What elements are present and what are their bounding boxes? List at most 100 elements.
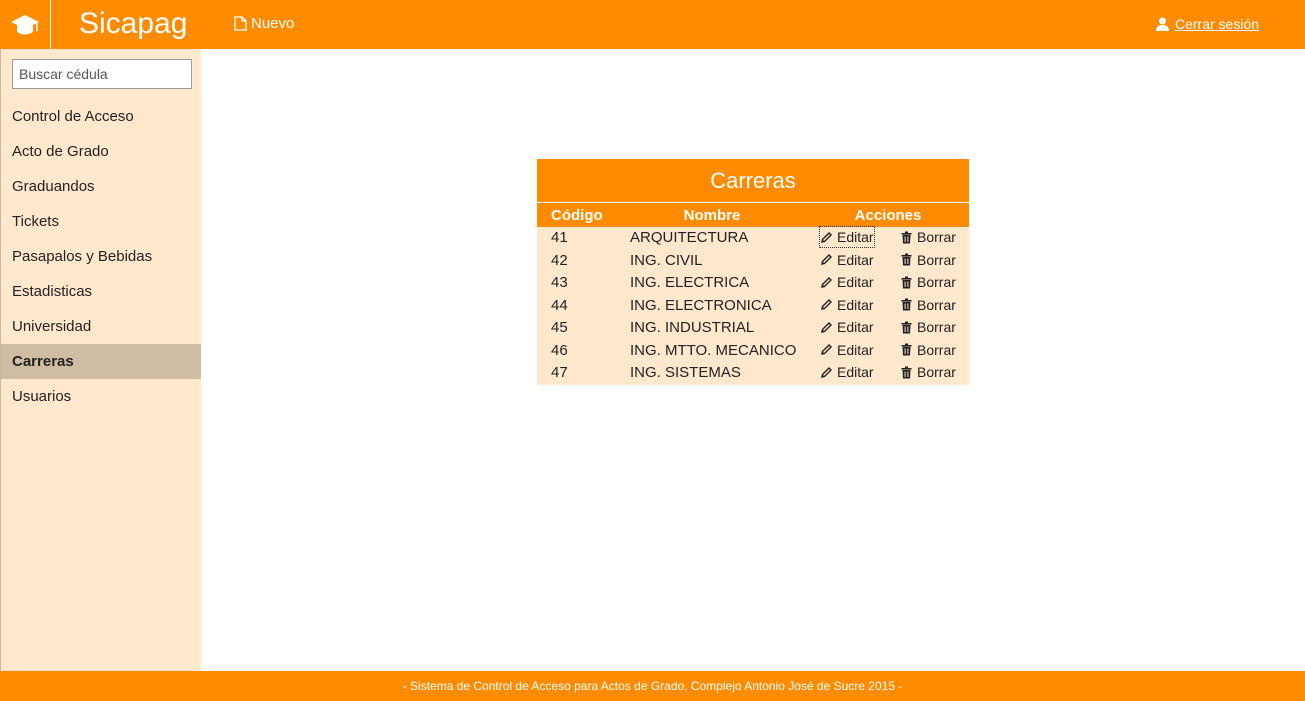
edit-label: Editar: [837, 296, 874, 313]
delete-button[interactable]: Borrar: [900, 272, 956, 292]
delete-button[interactable]: Borrar: [900, 227, 956, 247]
new-button[interactable]: Nuevo: [234, 15, 294, 32]
delete-label: Borrar: [917, 319, 956, 335]
table-row: 45 ING. INDUSTRIAL Editar Borrar: [537, 317, 969, 340]
footer: - Sistema de Control de Acceso para Acto…: [0, 671, 1305, 701]
cell-actions: Editar Borrar: [807, 295, 969, 318]
sidebar-nav: Control de Acceso Acto de Grado Graduand…: [1, 99, 201, 414]
pencil-icon: [821, 254, 832, 265]
delete-label: Borrar: [917, 364, 956, 380]
column-header-actions: Acciones: [807, 203, 969, 227]
pencil-icon: [821, 299, 832, 310]
sidebar-item-control-de-acceso[interactable]: Control de Acceso: [1, 99, 201, 134]
sidebar-item-tickets[interactable]: Tickets: [1, 204, 201, 239]
search-input[interactable]: [12, 59, 192, 89]
sidebar-item-universidad[interactable]: Universidad: [1, 309, 201, 344]
table-header-row: Código Nombre Acciones: [537, 203, 969, 227]
edit-button[interactable]: Editar: [820, 317, 874, 337]
delete-button[interactable]: Borrar: [900, 250, 956, 270]
column-header-name: Nombre: [617, 203, 807, 227]
delete-button[interactable]: Borrar: [900, 340, 956, 360]
sidebar-item-acto-de-grado[interactable]: Acto de Grado: [1, 134, 201, 169]
cell-name: ING. ELECTRICA: [630, 274, 750, 292]
edit-button[interactable]: Editar: [820, 340, 874, 360]
trash-icon: [901, 298, 912, 311]
new-button-label: Nuevo: [251, 15, 295, 32]
cell-actions: Editar Borrar: [807, 362, 969, 385]
delete-label: Borrar: [917, 274, 956, 290]
cell-name: ING. SISTEMAS: [630, 364, 741, 382]
edit-button[interactable]: Editar: [820, 295, 874, 315]
table-row: 46 ING. MTTO. MECANICO Editar Borrar: [537, 340, 969, 363]
pencil-icon: [821, 231, 832, 243]
cell-code: 45: [551, 319, 568, 337]
edit-label: Editar: [837, 251, 874, 268]
pencil-icon: [821, 366, 832, 378]
delete-button[interactable]: Borrar: [900, 362, 956, 382]
pencil-icon: [821, 276, 832, 288]
edit-label: Editar: [837, 319, 874, 335]
delete-label: Borrar: [917, 229, 956, 245]
brand-title[interactable]: Sicapag: [79, 6, 187, 42]
pencil-icon: [821, 321, 832, 333]
edit-button[interactable]: Editar: [820, 250, 874, 270]
cell-actions: Editar Borrar: [807, 317, 969, 340]
table-row: 44 ING. ELECTRONICA Editar Borrar: [537, 295, 969, 318]
panel-title: Carreras: [537, 159, 969, 203]
cell-code: 42: [551, 251, 568, 269]
trash-icon: [901, 231, 912, 243]
edit-label: Editar: [837, 364, 874, 380]
cell-code: 41: [551, 229, 568, 247]
trash-icon: [901, 321, 912, 333]
sidebar-item-estadisticas[interactable]: Estadisticas: [1, 274, 201, 309]
top-navbar: Sicapag Nuevo Cerrar sesión: [0, 0, 1305, 49]
cell-name: ARQUITECTURA: [630, 229, 749, 247]
delete-button[interactable]: Borrar: [900, 317, 956, 337]
delete-label: Borrar: [917, 341, 956, 358]
sidebar-item-pasapalos-y-bebidas[interactable]: Pasapalos y Bebidas: [1, 239, 201, 274]
table-row: 41 ARQUITECTURA Editar Borrar: [537, 226, 969, 250]
cell-actions: Editar Borrar: [807, 340, 969, 363]
cell-actions: Editar Borrar: [807, 250, 969, 273]
cell-code: 46: [551, 341, 568, 359]
table-row: 43 ING. ELECTRICA Editar Borrar: [537, 272, 969, 295]
sidebar-item-graduandos[interactable]: Graduandos: [1, 169, 201, 204]
user-icon: [1156, 17, 1169, 31]
edit-label: Editar: [837, 229, 874, 245]
table-row: 42 ING. CIVIL Editar Borrar: [537, 250, 969, 273]
logo[interactable]: [0, 0, 51, 49]
cell-actions: Editar Borrar: [807, 272, 969, 295]
cell-name: ING. CIVIL: [630, 251, 703, 269]
pencil-icon: [821, 344, 832, 355]
trash-icon: [901, 366, 912, 378]
carreras-table: Código Nombre Acciones 41 ARQUITECTURA Edi…: [537, 203, 969, 385]
cell-actions: Editar Borrar: [807, 226, 969, 250]
logout-label: Cerrar sesión: [1175, 16, 1260, 32]
file-icon: [234, 16, 247, 31]
edit-label: Editar: [837, 341, 874, 358]
trash-icon: [901, 253, 912, 266]
edit-button[interactable]: Editar: [820, 362, 874, 382]
cell-code: 47: [551, 364, 568, 382]
carreras-panel: Carreras Código Nombre Acciones 41 ARQUIT…: [537, 159, 969, 385]
cell-name: ING. MTTO. MECANICO: [630, 341, 797, 359]
edit-button[interactable]: Editar: [820, 272, 874, 292]
graduation-cap-icon: [11, 14, 39, 34]
delete-button[interactable]: Borrar: [900, 295, 956, 315]
cell-code: 43: [551, 274, 568, 292]
sidebar-item-carreras[interactable]: Carreras: [1, 344, 201, 379]
trash-icon: [901, 276, 912, 288]
cell-name: ING. INDUSTRIAL: [630, 319, 755, 337]
delete-label: Borrar: [917, 296, 956, 313]
cell-code: 44: [551, 296, 568, 314]
edit-button[interactable]: Editar: [819, 226, 875, 248]
delete-label: Borrar: [917, 251, 956, 268]
column-header-code: Código: [537, 203, 617, 227]
logout-link[interactable]: Cerrar sesión: [1156, 16, 1259, 32]
table-row: 47 ING. SISTEMAS Editar Borrar: [537, 362, 969, 385]
trash-icon: [901, 343, 912, 356]
sidebar: Control de Acceso Acto de Grado Graduand…: [0, 49, 201, 671]
edit-label: Editar: [837, 274, 874, 290]
cell-name: ING. ELECTRONICA: [630, 296, 772, 314]
sidebar-item-usuarios[interactable]: Usuarios: [1, 379, 201, 414]
